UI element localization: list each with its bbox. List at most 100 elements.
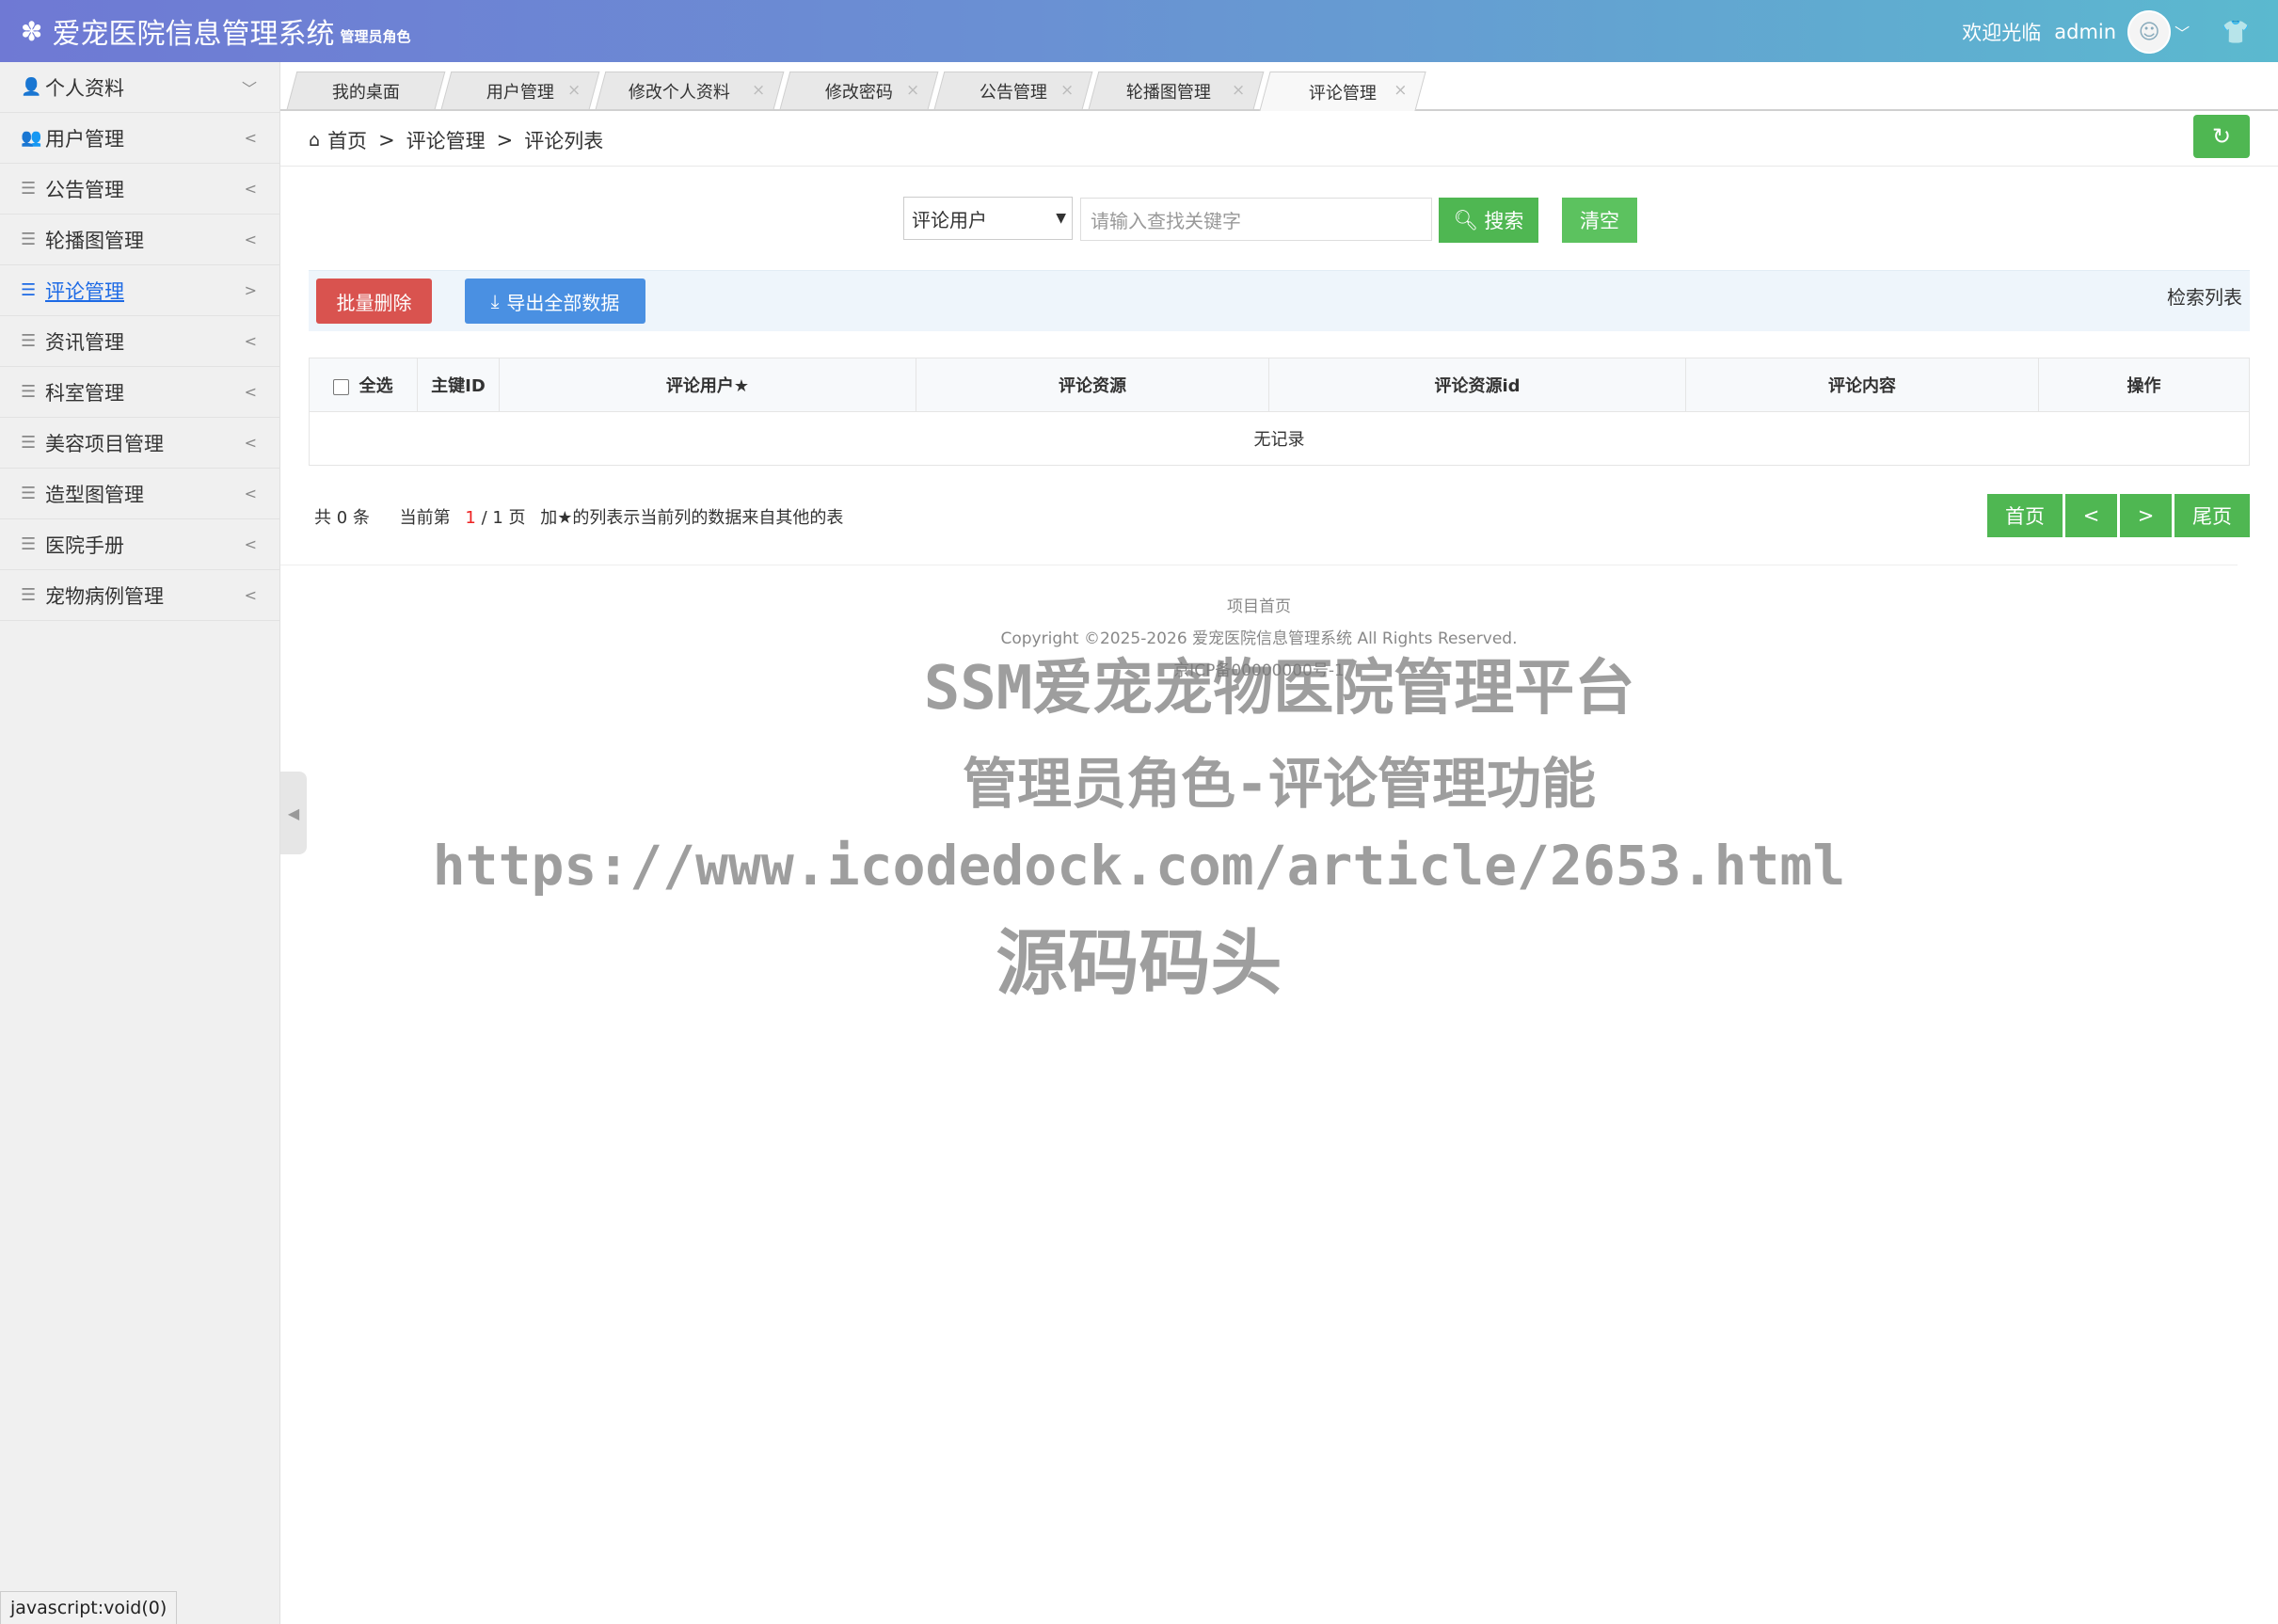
download-icon: ⤓: [490, 290, 500, 312]
welcome-text: 欢迎光临: [1962, 22, 2042, 44]
sidebar-item-label: 资讯管理: [45, 330, 124, 354]
sidebar-item-label: 个人资料: [45, 76, 124, 100]
chevron-left-icon: <: [244, 129, 257, 147]
prev-page-button[interactable]: <: [2065, 494, 2117, 537]
breadcrumb-home[interactable]: 首页: [327, 126, 367, 154]
app-title: 爱宠医院信息管理系统: [52, 18, 335, 51]
sidebar-item-news[interactable]: ☰ 资讯管理 <: [0, 316, 279, 367]
chevron-left-icon: <: [244, 586, 257, 604]
select-all-header[interactable]: 全选: [309, 358, 418, 412]
tab-users[interactable]: 用户管理 ×: [440, 72, 600, 109]
sidebar-item-carousel[interactable]: ☰ 轮播图管理 <: [0, 215, 279, 265]
clear-button-label: 清空: [1580, 210, 1619, 232]
export-all-label: 导出全部数据: [506, 291, 620, 314]
table-row: 无记录: [309, 411, 2250, 466]
tab-label: 用户管理: [486, 82, 554, 103]
avatar[interactable]: ☺: [2127, 10, 2172, 54]
export-all-button[interactable]: ⤓ 导出全部数据: [465, 279, 645, 324]
theme-shirt-icon[interactable]: 👕: [2222, 19, 2250, 45]
first-page-button[interactable]: 首页: [1987, 494, 2063, 537]
breadcrumb-separator: >: [496, 129, 514, 151]
total-count: 0: [336, 508, 348, 528]
tab-carousel[interactable]: 轮播图管理 ×: [1088, 72, 1265, 109]
breadcrumb-level1[interactable]: 评论管理: [406, 126, 486, 154]
sidebar-item-label: 公告管理: [45, 178, 124, 201]
search-input[interactable]: 请输入查找关键字: [1080, 198, 1432, 241]
search-button[interactable]: 🔍︎ 搜索: [1439, 198, 1538, 243]
tab-change-password[interactable]: 修改密码 ×: [779, 72, 939, 109]
close-icon[interactable]: ×: [906, 81, 919, 100]
column-header: 评论资源id: [1268, 358, 1686, 412]
tab-label: 修改个人资料: [628, 82, 730, 103]
gear-icon: ✽: [21, 15, 43, 47]
refresh-icon: ↻: [2211, 123, 2232, 150]
chevron-left-icon: <: [244, 231, 257, 248]
chevron-down-icon[interactable]: ﹀: [2174, 21, 2190, 43]
clear-button[interactable]: 清空: [1562, 198, 1637, 243]
search-field-select[interactable]: 评论用户 ▼: [903, 197, 1073, 240]
sidebar-item-label: 评论管理: [45, 279, 124, 303]
top-header: ✽ 爱宠医院信息管理系统 管理员角色 欢迎光临 admin ☺ ﹀ 👕: [0, 0, 2278, 62]
tab-label: 评论管理: [1308, 83, 1377, 103]
close-icon[interactable]: ×: [1394, 81, 1407, 100]
chevron-down-icon: ﹀: [241, 79, 257, 98]
sidebar-item-cases[interactable]: ☰ 宠物病例管理 <: [0, 570, 279, 621]
total-pages: / 1 页: [481, 508, 526, 528]
home-icon: ⌂: [309, 130, 321, 151]
user-icon: 👤: [21, 77, 42, 97]
search-placeholder: 请输入查找关键字: [1091, 209, 1241, 232]
sidebar-item-users[interactable]: 👥 用户管理 <: [0, 113, 279, 164]
sidebar-item-styles[interactable]: ☰ 造型图管理 <: [0, 469, 279, 519]
close-icon[interactable]: ×: [1232, 81, 1245, 100]
sidebar-item-handbook[interactable]: ☰ 医院手册 <: [0, 519, 279, 570]
sidebar-item-label: 用户管理: [45, 127, 124, 151]
search-button-label: 搜索: [1484, 210, 1524, 232]
role-label: 管理员角色: [340, 27, 411, 45]
breadcrumb-separator: >: [378, 129, 395, 151]
last-page-button[interactable]: 尾页: [2174, 494, 2250, 537]
batch-delete-label: 批量删除: [336, 291, 412, 314]
chevron-left-icon: <: [244, 434, 257, 452]
browser-status-bar: javascript:void(0): [0, 1591, 178, 1624]
sidebar-item-beauty[interactable]: ☰ 美容项目管理 <: [0, 418, 279, 469]
column-header: 主键ID: [417, 358, 500, 412]
tab-label: 我的桌面: [331, 82, 400, 103]
tab-comments[interactable]: 评论管理 ×: [1259, 72, 1426, 111]
refresh-button[interactable]: ↻: [2193, 115, 2250, 158]
select-all-checkbox[interactable]: [333, 378, 350, 395]
comments-table: 全选 主键ID 评论用户★ 评论资源 评论资源id 评论内容 操作 无记录: [309, 358, 2250, 466]
breadcrumb-bar: ⌂ 首页 > 评论管理 > 评论列表 ↻: [280, 111, 2278, 167]
sidebar-item-departments[interactable]: ☰ 科室管理 <: [0, 367, 279, 418]
current-prefix: 当前第: [399, 508, 451, 528]
list-icon: ☰: [21, 433, 37, 453]
star-note: 加★的列表示当前列的数据来自其他的表: [540, 508, 844, 528]
username[interactable]: admin: [2054, 21, 2116, 43]
close-icon[interactable]: ×: [567, 81, 581, 100]
tab-notices[interactable]: 公告管理 ×: [933, 72, 1093, 109]
watermark-url: https://www.icodedock.com/article/2653.h…: [432, 834, 1846, 898]
next-page-button[interactable]: >: [2120, 494, 2172, 537]
tab-edit-profile[interactable]: 修改个人资料 ×: [595, 72, 785, 109]
sidebar-item-notices[interactable]: ☰ 公告管理 <: [0, 164, 279, 215]
sidebar-item-comments[interactable]: ☰ 评论管理 >: [0, 265, 279, 316]
column-header: 评论资源: [916, 358, 1269, 412]
search-icon: 🔍︎: [1453, 208, 1479, 231]
sidebar-item-profile[interactable]: 👤 个人资料 ﹀: [0, 62, 279, 113]
chevron-down-icon: ▼: [1056, 211, 1066, 226]
column-header: 操作: [2038, 358, 2250, 412]
user-area: 欢迎光临 admin ☺ ﹀ 👕: [1962, 10, 2250, 54]
column-header: 全选: [358, 376, 393, 396]
close-icon[interactable]: ×: [752, 81, 765, 100]
app-logo[interactable]: ✽ 爱宠医院信息管理系统 管理员角色: [21, 13, 411, 52]
chevron-left-icon: <: [244, 535, 257, 553]
breadcrumb-current: 评论列表: [524, 130, 604, 152]
sidebar-item-label: 医院手册: [45, 533, 124, 557]
tab-desktop[interactable]: 我的桌面: [286, 72, 446, 109]
close-icon[interactable]: ×: [1060, 81, 1074, 100]
sidebar-item-label: 宠物病例管理: [45, 584, 164, 608]
batch-delete-button[interactable]: 批量删除: [316, 279, 432, 324]
pagination: 首页 < > 尾页: [1987, 494, 2250, 537]
empty-message: 无记录: [309, 411, 2250, 466]
footer-home-link[interactable]: 项目首页: [280, 591, 2238, 623]
list-icon: ☰: [21, 280, 37, 300]
